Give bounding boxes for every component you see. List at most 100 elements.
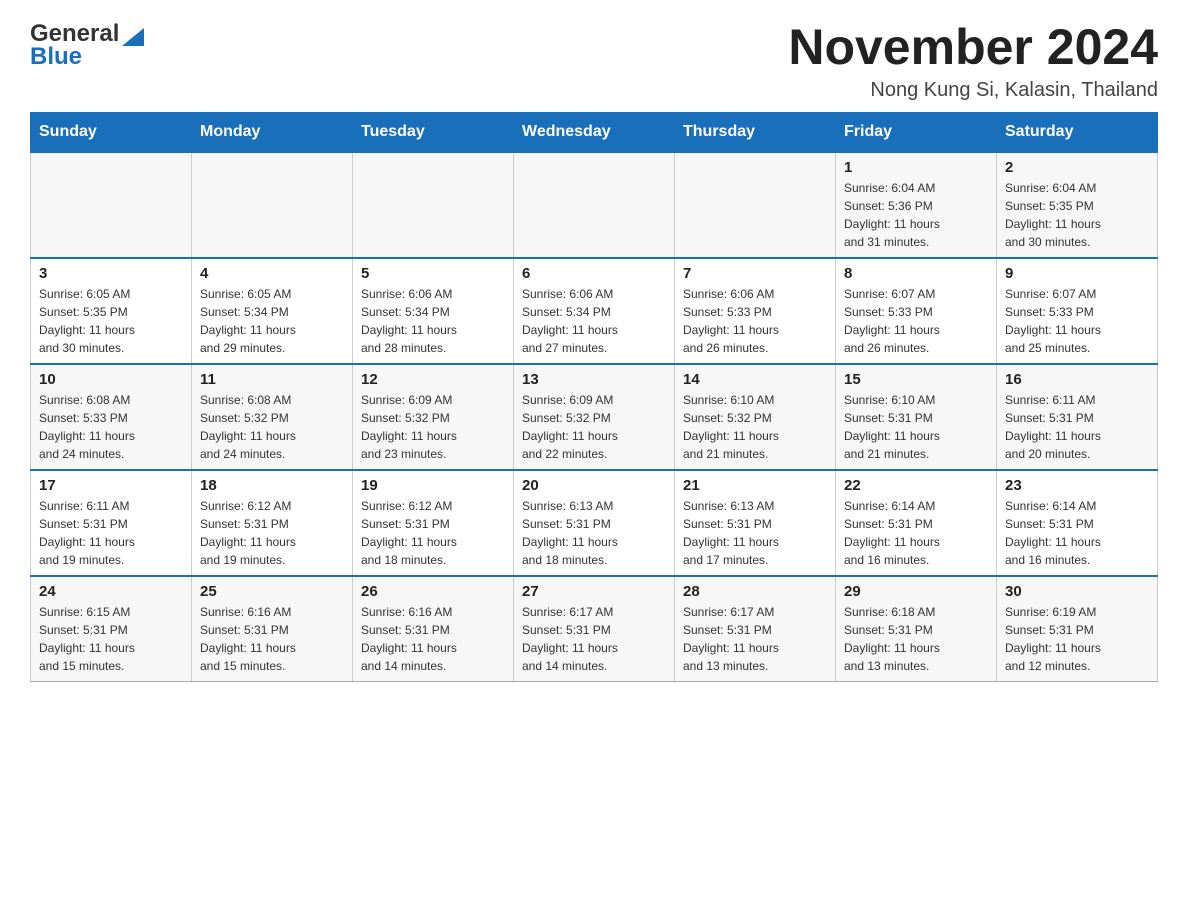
calendar-cell: 5 Sunrise: 6:06 AM Sunset: 5:34 PM Daylig…	[353, 258, 514, 364]
day-info: Sunrise: 6:17 AM Sunset: 5:31 PM Dayligh…	[683, 603, 827, 675]
weekday-header-friday: Friday	[836, 113, 997, 153]
calendar-cell: 6 Sunrise: 6:06 AM Sunset: 5:34 PM Daylig…	[514, 258, 675, 364]
day-info: Sunrise: 6:09 AM Sunset: 5:32 PM Dayligh…	[522, 391, 666, 463]
day-number: 16	[1005, 371, 1149, 388]
calendar-cell: 19 Sunrise: 6:12 AM Sunset: 5:31 PM Dayli…	[353, 470, 514, 576]
week-row-1: 1Sunrise: 6:04 AM Sunset: 5:36 PM Daylig…	[31, 152, 1158, 258]
page-header: General Blue November 2024 Nong Kung Si,…	[30, 20, 1158, 102]
day-number: 10	[39, 371, 183, 388]
day-number: 19	[361, 477, 505, 494]
calendar-cell	[675, 152, 836, 258]
day-number: 30	[1005, 583, 1149, 600]
calendar-cell: 15 Sunrise: 6:10 AM Sunset: 5:31 PM Dayli…	[836, 364, 997, 470]
day-info: Sunrise: 6:07 AM Sunset: 5:33 PM Dayligh…	[1005, 285, 1149, 357]
day-info: Sunrise: 6:17 AM Sunset: 5:31 PM Dayligh…	[522, 603, 666, 675]
day-number: 5	[361, 265, 505, 282]
day-number: 28	[683, 583, 827, 600]
calendar-cell: 18 Sunrise: 6:12 AM Sunset: 5:31 PM Dayli…	[192, 470, 353, 576]
calendar-cell: 1Sunrise: 6:04 AM Sunset: 5:36 PM Daylig…	[836, 152, 997, 258]
day-info: Sunrise: 6:15 AM Sunset: 5:31 PM Dayligh…	[39, 603, 183, 675]
calendar-table: SundayMondayTuesdayWednesdayThursdayFrid…	[30, 112, 1158, 682]
calendar-cell: 8 Sunrise: 6:07 AM Sunset: 5:33 PM Daylig…	[836, 258, 997, 364]
calendar-cell: 14Sunrise: 6:10 AM Sunset: 5:32 PM Dayli…	[675, 364, 836, 470]
weekday-header-thursday: Thursday	[675, 113, 836, 153]
day-number: 15	[844, 371, 988, 388]
day-info: Sunrise: 6:08 AM Sunset: 5:32 PM Dayligh…	[200, 391, 344, 463]
day-info: Sunrise: 6:14 AM Sunset: 5:31 PM Dayligh…	[844, 497, 988, 569]
weekday-header-sunday: Sunday	[31, 113, 192, 153]
calendar-cell: 26 Sunrise: 6:16 AM Sunset: 5:31 PM Dayli…	[353, 576, 514, 682]
calendar-cell: 17Sunrise: 6:11 AM Sunset: 5:31 PM Dayli…	[31, 470, 192, 576]
weekday-header-wednesday: Wednesday	[514, 113, 675, 153]
day-number: 24	[39, 583, 183, 600]
title-area: November 2024 Nong Kung Si, Kalasin, Tha…	[788, 20, 1158, 102]
month-title: November 2024	[788, 20, 1158, 75]
calendar-cell: 21Sunrise: 6:13 AM Sunset: 5:31 PM Dayli…	[675, 470, 836, 576]
day-info: Sunrise: 6:16 AM Sunset: 5:31 PM Dayligh…	[361, 603, 505, 675]
day-number: 2	[1005, 159, 1149, 176]
calendar-cell: 23 Sunrise: 6:14 AM Sunset: 5:31 PM Dayli…	[997, 470, 1158, 576]
day-number: 3	[39, 265, 183, 282]
week-row-2: 3 Sunrise: 6:05 AM Sunset: 5:35 PM Daylig…	[31, 258, 1158, 364]
calendar-cell: 20Sunrise: 6:13 AM Sunset: 5:31 PM Dayli…	[514, 470, 675, 576]
day-number: 7	[683, 265, 827, 282]
day-number: 9	[1005, 265, 1149, 282]
day-info: Sunrise: 6:10 AM Sunset: 5:31 PM Dayligh…	[844, 391, 988, 463]
day-number: 27	[522, 583, 666, 600]
calendar-cell: 4 Sunrise: 6:05 AM Sunset: 5:34 PM Daylig…	[192, 258, 353, 364]
day-number: 29	[844, 583, 988, 600]
location-title: Nong Kung Si, Kalasin, Thailand	[788, 79, 1158, 102]
calendar-cell: 2Sunrise: 6:04 AM Sunset: 5:35 PM Daylig…	[997, 152, 1158, 258]
calendar-cell: 24 Sunrise: 6:15 AM Sunset: 5:31 PM Dayli…	[31, 576, 192, 682]
calendar-cell	[31, 152, 192, 258]
day-info: Sunrise: 6:12 AM Sunset: 5:31 PM Dayligh…	[200, 497, 344, 569]
day-info: Sunrise: 6:06 AM Sunset: 5:34 PM Dayligh…	[361, 285, 505, 357]
day-info: Sunrise: 6:06 AM Sunset: 5:33 PM Dayligh…	[683, 285, 827, 357]
day-info: Sunrise: 6:12 AM Sunset: 5:31 PM Dayligh…	[361, 497, 505, 569]
calendar-cell: 29 Sunrise: 6:18 AM Sunset: 5:31 PM Dayli…	[836, 576, 997, 682]
weekday-header-tuesday: Tuesday	[353, 113, 514, 153]
day-number: 26	[361, 583, 505, 600]
calendar-cell: 16Sunrise: 6:11 AM Sunset: 5:31 PM Dayli…	[997, 364, 1158, 470]
day-number: 4	[200, 265, 344, 282]
day-info: Sunrise: 6:07 AM Sunset: 5:33 PM Dayligh…	[844, 285, 988, 357]
calendar-cell: 30 Sunrise: 6:19 AM Sunset: 5:31 PM Dayli…	[997, 576, 1158, 682]
day-info: Sunrise: 6:06 AM Sunset: 5:34 PM Dayligh…	[522, 285, 666, 357]
calendar-cell: 13 Sunrise: 6:09 AM Sunset: 5:32 PM Dayli…	[514, 364, 675, 470]
day-info: Sunrise: 6:09 AM Sunset: 5:32 PM Dayligh…	[361, 391, 505, 463]
day-number: 12	[361, 371, 505, 388]
calendar-cell: 27 Sunrise: 6:17 AM Sunset: 5:31 PM Dayli…	[514, 576, 675, 682]
day-number: 11	[200, 371, 344, 388]
logo-blue-text: Blue	[30, 43, 82, 71]
week-row-4: 17Sunrise: 6:11 AM Sunset: 5:31 PM Dayli…	[31, 470, 1158, 576]
logo-triangle-icon	[122, 24, 144, 46]
day-number: 1	[844, 159, 988, 176]
weekday-header-monday: Monday	[192, 113, 353, 153]
week-row-3: 10 Sunrise: 6:08 AM Sunset: 5:33 PM Dayli…	[31, 364, 1158, 470]
calendar-cell	[353, 152, 514, 258]
day-number: 14	[683, 371, 827, 388]
weekday-header-row: SundayMondayTuesdayWednesdayThursdayFrid…	[31, 113, 1158, 153]
day-number: 8	[844, 265, 988, 282]
day-number: 22	[844, 477, 988, 494]
calendar-cell: 22 Sunrise: 6:14 AM Sunset: 5:31 PM Dayli…	[836, 470, 997, 576]
day-number: 13	[522, 371, 666, 388]
day-info: Sunrise: 6:19 AM Sunset: 5:31 PM Dayligh…	[1005, 603, 1149, 675]
day-info: Sunrise: 6:05 AM Sunset: 5:35 PM Dayligh…	[39, 285, 183, 357]
day-info: Sunrise: 6:08 AM Sunset: 5:33 PM Dayligh…	[39, 391, 183, 463]
calendar-cell: 12 Sunrise: 6:09 AM Sunset: 5:32 PM Dayli…	[353, 364, 514, 470]
day-info: Sunrise: 6:05 AM Sunset: 5:34 PM Dayligh…	[200, 285, 344, 357]
calendar-cell: 7 Sunrise: 6:06 AM Sunset: 5:33 PM Daylig…	[675, 258, 836, 364]
day-info: Sunrise: 6:18 AM Sunset: 5:31 PM Dayligh…	[844, 603, 988, 675]
day-number: 6	[522, 265, 666, 282]
calendar-cell: 25Sunrise: 6:16 AM Sunset: 5:31 PM Dayli…	[192, 576, 353, 682]
day-number: 23	[1005, 477, 1149, 494]
calendar-cell: 10 Sunrise: 6:08 AM Sunset: 5:33 PM Dayli…	[31, 364, 192, 470]
day-number: 18	[200, 477, 344, 494]
day-number: 25	[200, 583, 344, 600]
calendar-cell: 3 Sunrise: 6:05 AM Sunset: 5:35 PM Daylig…	[31, 258, 192, 364]
day-info: Sunrise: 6:14 AM Sunset: 5:31 PM Dayligh…	[1005, 497, 1149, 569]
day-number: 21	[683, 477, 827, 494]
logo: General Blue	[30, 20, 170, 71]
day-number: 17	[39, 477, 183, 494]
